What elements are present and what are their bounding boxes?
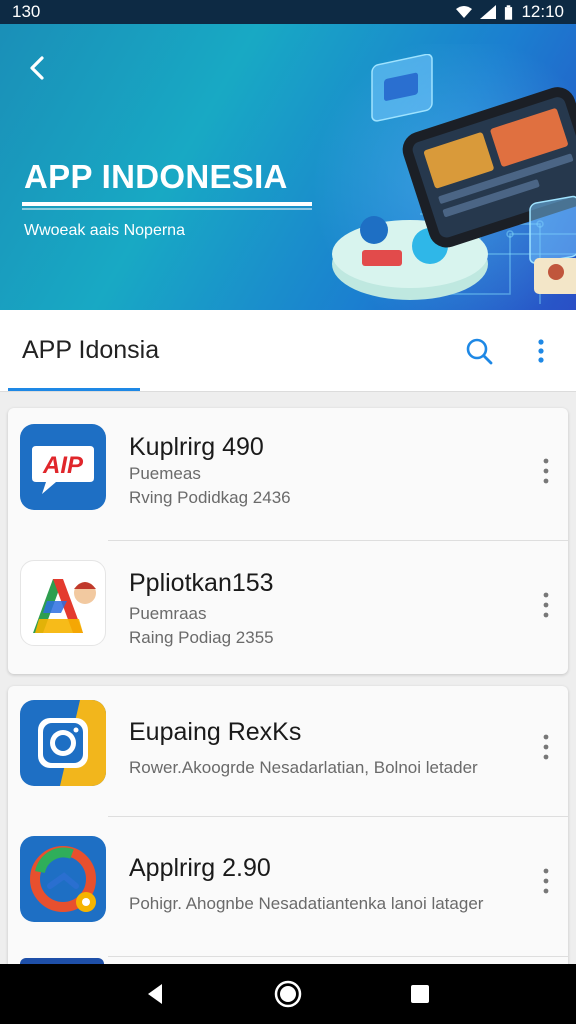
back-button[interactable]: [22, 52, 54, 84]
divider: [108, 956, 568, 957]
app-detail: Rving Podidkag 2436: [129, 488, 291, 507]
divider: [108, 540, 568, 541]
colorful-a-icon: [20, 560, 106, 646]
app-subtitle: Puemeas: [129, 464, 201, 483]
status-time: 12:10: [521, 2, 564, 21]
hero-title: APP INDONESIA: [24, 158, 288, 195]
camera-icon: [20, 700, 106, 786]
list-item[interactable]: Ppliotkan153 Puemraas Raing Podiag 2355: [8, 542, 568, 674]
more-options-icon[interactable]: [536, 590, 556, 620]
list-item[interactable]: AIP Kuplrirg 490 Puemeas Rving Podidkag …: [8, 408, 568, 540]
app-subtitle: Puemraas: [129, 604, 207, 623]
more-options-icon[interactable]: [528, 334, 554, 368]
tab-app-indonesia[interactable]: APP Idonsia: [22, 336, 159, 365]
status-bar: 130 12:10: [0, 0, 576, 24]
battery-icon: [505, 4, 513, 20]
smartphone-illustration: [332, 54, 576, 300]
system-navigation-bar: [0, 964, 576, 1024]
status-left-text: 130: [12, 2, 41, 21]
more-options-icon[interactable]: [536, 732, 556, 762]
more-options-icon[interactable]: [536, 456, 556, 486]
nav-recents-icon[interactable]: [405, 979, 435, 1009]
app-name: Ppliotkan153: [129, 569, 274, 597]
wifi-icon: [456, 6, 473, 18]
hero-banner: APP INDONESIA Wwoeak aais Noperna: [0, 24, 576, 310]
hero-underline: [22, 202, 312, 206]
app-card-group: Eupaing RexKs Rower.Akoogrde Nesadarlati…: [8, 686, 568, 976]
list-item[interactable]: Applrirg 2.90 Pohigr. Ahognbe Nesadatian…: [8, 822, 568, 954]
app-toolbar: APP Idonsia: [0, 310, 576, 392]
hero-subtitle: Wwoeak aais Noperna: [24, 222, 185, 239]
app-name: Eupaing RexKs: [129, 718, 302, 746]
hero-underline-secondary: [22, 208, 312, 210]
circle-logo-icon: [20, 836, 106, 922]
list-item[interactable]: Eupaing RexKs Rower.Akoogrde Nesadarlati…: [8, 686, 568, 818]
app-description: Rower.Akoogrde Nesadarlatian, Bolnoi let…: [129, 758, 478, 777]
status-icons: 12:10: [456, 2, 564, 22]
svg-text:AIP: AIP: [42, 452, 84, 479]
more-options-icon[interactable]: [536, 866, 556, 896]
aip-chat-icon: AIP: [20, 424, 106, 510]
app-description: Pohigr. Ahognbe Nesadatiantenka lanoi la…: [129, 894, 484, 913]
app-detail: Raing Podiag 2355: [129, 628, 274, 647]
signal-icon: [480, 5, 497, 19]
nav-back-icon[interactable]: [141, 979, 171, 1009]
search-icon[interactable]: [462, 334, 496, 368]
app-name: Applrirg 2.90: [129, 854, 271, 882]
divider: [108, 816, 568, 817]
nav-home-icon[interactable]: [273, 979, 303, 1009]
tab-indicator: [8, 388, 140, 391]
app-card-group: AIP Kuplrirg 490 Puemeas Rving Podidkag …: [8, 408, 568, 674]
app-name: Kuplrirg 490: [129, 433, 264, 461]
